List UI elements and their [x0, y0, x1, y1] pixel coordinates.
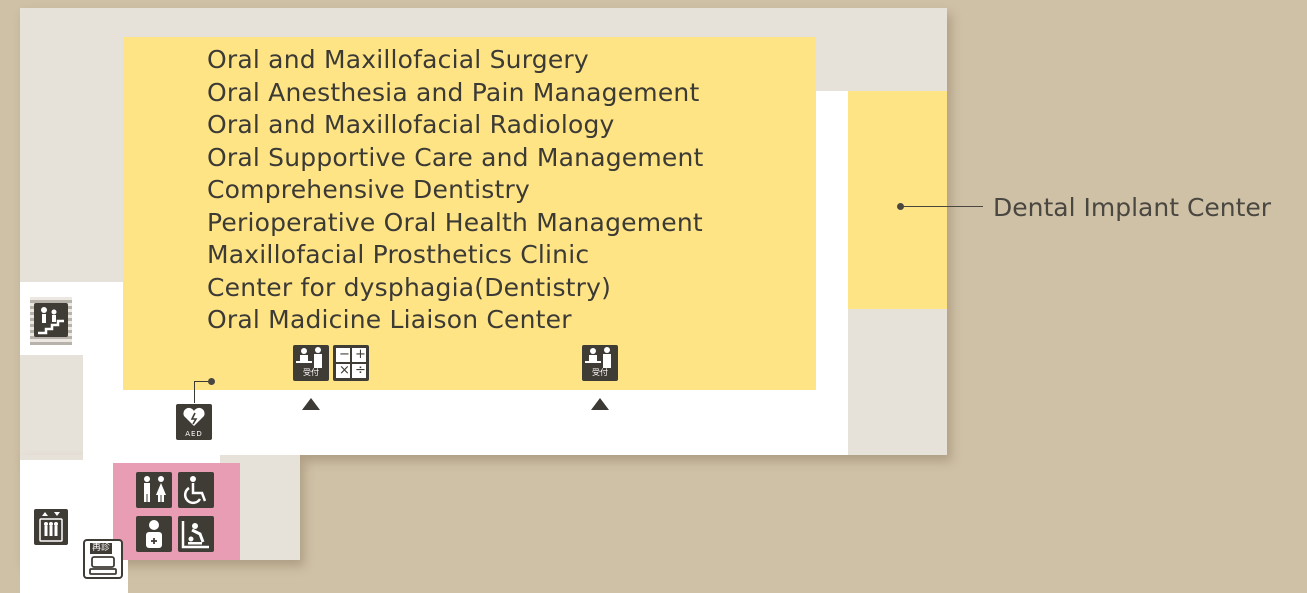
- corridor-right: [815, 91, 848, 455]
- elevator-icon[interactable]: [34, 509, 68, 545]
- accessible-restroom-icon[interactable]: [178, 472, 214, 508]
- department-item[interactable]: Oral and Maxillofacial Surgery: [207, 44, 704, 77]
- baby-changing-icon[interactable]: [178, 516, 214, 552]
- department-item[interactable]: Oral Anesthesia and Pain Management: [207, 77, 704, 110]
- aed-leader-line: [194, 381, 195, 403]
- reentry-machine-glyph: [89, 556, 117, 575]
- department-item[interactable]: Comprehensive Dentistry: [207, 174, 704, 207]
- ostomate-icon[interactable]: [136, 516, 172, 552]
- wheelchair-icon: [183, 476, 207, 505]
- stairs-icon[interactable]: [34, 303, 68, 337]
- department-item[interactable]: Oral Supportive Care and Management: [207, 142, 704, 175]
- department-item[interactable]: Oral Madicine Liaison Center: [207, 304, 704, 337]
- dental-implant-center-area[interactable]: [848, 91, 947, 309]
- elevator-glyph: [39, 512, 63, 542]
- cashier-divide: ÷: [355, 363, 366, 378]
- department-list: Oral and Maxillofacial Surgery Oral Anes…: [207, 44, 704, 337]
- reentry-label: 再診: [90, 543, 113, 554]
- department-item[interactable]: Oral and Maxillofacial Radiology: [207, 109, 704, 142]
- cashier-times: ×: [339, 363, 350, 378]
- cashier-plus: +: [355, 347, 366, 362]
- callout-line: [901, 206, 983, 207]
- ostomate-person-icon: [146, 520, 162, 548]
- reception-icon[interactable]: 受付: [293, 345, 329, 381]
- reception-label: 受付: [592, 368, 608, 377]
- department-item[interactable]: Maxillofacial Prosthetics Clinic: [207, 239, 704, 272]
- baby-changing-glyph: [181, 521, 209, 549]
- heart-icon: [183, 407, 205, 426]
- restroom-icon[interactable]: [136, 472, 172, 508]
- entrance-arrow-icon: [591, 398, 609, 410]
- aed-leader-dot: [208, 378, 215, 385]
- stairs-glyph: [38, 307, 64, 335]
- department-item[interactable]: Center for dysphagia(Dentistry): [207, 272, 704, 305]
- reception-icon[interactable]: 受付: [582, 345, 618, 381]
- reception-figures-icon: [585, 347, 611, 368]
- reentry-machine-icon[interactable]: 再診: [83, 539, 123, 579]
- aed-label: AED: [185, 430, 203, 438]
- reception-figures-icon: [296, 347, 322, 368]
- man-woman-icon: [144, 476, 166, 502]
- restroom-area[interactable]: [113, 463, 240, 560]
- cashier-minus: −: [339, 347, 350, 362]
- department-item[interactable]: Perioperative Oral Health Management: [207, 207, 704, 240]
- reception-label: 受付: [303, 368, 319, 377]
- dental-implant-center-label[interactable]: Dental Implant Center: [993, 193, 1271, 222]
- aed-icon[interactable]: AED: [176, 404, 212, 440]
- cashier-icon[interactable]: − + × ÷: [333, 345, 369, 381]
- entrance-arrow-icon: [302, 398, 320, 410]
